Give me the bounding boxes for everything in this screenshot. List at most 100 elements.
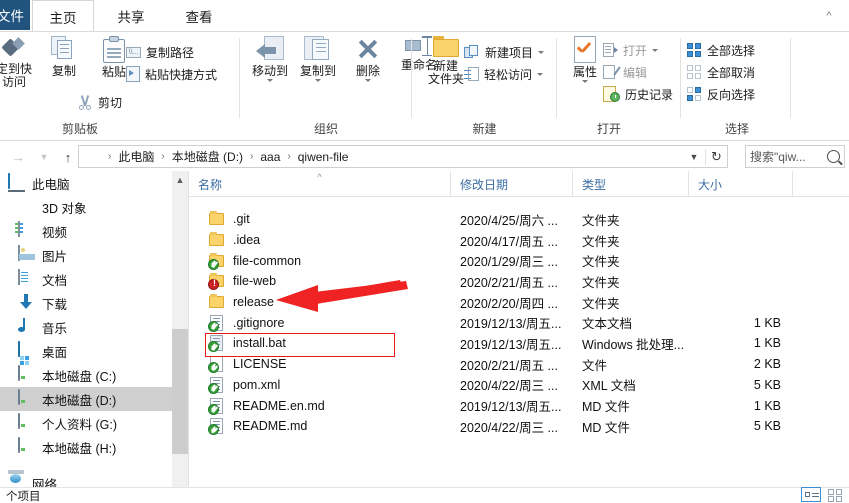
table-row[interactable]: install.bat 2019/12/13/周五... Windows 批处理… [189,333,849,354]
documents-icon [18,269,36,288]
chevron-down-icon[interactable] [538,50,545,54]
file-name-cell[interactable]: file-common [189,252,451,270]
breadcrumb-qiwen-file[interactable]: qiwen-file [296,150,351,164]
column-header-size-label: 大小 [698,177,723,192]
sidebar-item-label: 3D 对象 [42,201,87,216]
chevron-down-icon[interactable] [582,80,588,83]
file-name-cell[interactable]: install.bat [189,335,451,353]
open-button[interactable]: 打开 [603,40,659,60]
breadcrumb-aaa[interactable]: aaa [258,150,282,164]
column-header-name[interactable]: ^ 名称 [189,171,451,197]
properties-icon [574,36,596,63]
file-name-cell[interactable]: release [189,294,451,310]
table-row[interactable]: README.en.md 2019/12/13/周五... MD 文件 1 KB [189,395,849,416]
search-input[interactable]: 搜索"qiw... [750,148,827,165]
sidebar-item-videos[interactable]: 视频 [0,219,172,243]
up-button[interactable]: ↑ [58,147,78,167]
copy-button[interactable]: 复制 [36,36,92,78]
refresh-icon[interactable]: ↻ [705,148,727,165]
chevron-down-icon[interactable] [365,79,371,82]
copy-to-button[interactable]: 复制到 [290,36,346,82]
new-item-button[interactable]: 新建项目 [464,42,545,62]
file-name-cell[interactable]: file-web [189,273,451,291]
sidebar-item-this-pc[interactable]: 此电脑 [0,171,172,195]
ribbon-group-select: 全部选择 全部取消 反向选择 选择 [681,32,811,141]
tab-home[interactable]: 主页 [32,0,94,32]
navigation-pane[interactable]: 此电脑 3D 对象 视频 图片 文档 下载 音乐 桌面 本地磁盘 (C:) 本地… [0,171,172,503]
table-row[interactable]: pom.xml 2020/4/22/周三 ... XML 文档 5 KB [189,375,849,396]
back-button[interactable]: → [8,147,28,167]
chevron-up-icon[interactable]: ^ [822,10,836,24]
tab-file[interactable]: 文件 [0,0,30,30]
file-name-label: pom.xml [233,377,281,392]
breadcrumb-drive-d[interactable]: 本地磁盘 (D:) [170,148,245,165]
large-icons-view-icon[interactable] [825,487,845,502]
select-none-button[interactable]: 全部取消 [687,62,755,82]
sidebar-item-downloads[interactable]: 下载 [0,291,172,315]
green-check-overlay-icon [208,382,219,394]
sidebar-item-desktop[interactable]: 桌面 [0,339,172,363]
sidebar-item-music[interactable]: 音乐 [0,315,172,339]
ribbon-group-new: 新建 文件夹 新建项目 轻松访问 新建 [412,32,557,141]
table-row[interactable]: release 2020/2/20/周四 ... 文件夹 [189,292,849,313]
drive-icon [18,413,36,432]
address-path-box[interactable]: › 此电脑 › 本地磁盘 (D:) › aaa › qiwen-file ▼ ↻ [78,145,728,168]
recent-locations-button[interactable]: ▼ [34,147,54,167]
sidebar-item-drive-g[interactable]: 个人资料 (G:) [0,411,172,435]
tab-view[interactable]: 查看 [168,0,230,31]
table-row[interactable]: .gitignore 2019/12/13/周五... 文本文档 1 KB [189,312,849,333]
file-list-pane[interactable]: ^ 名称 修改日期 类型 大小 .git 2020/4/25/周六 ... 文件… [189,171,849,503]
table-row[interactable]: README.md 2020/4/22/周三 ... MD 文件 5 KB [189,416,849,437]
search-box[interactable]: 搜索"qiw... [745,145,845,168]
sidebar-item-label: 本地磁盘 (D:) [42,393,117,408]
sidebar-item-drive-h[interactable]: 本地磁盘 (H:) [0,435,172,459]
copy-path-button[interactable]: \\... 复制路径 [126,42,194,62]
sidebar-item-drive-d[interactable]: 本地磁盘 (D:) [0,387,172,411]
file-name-cell[interactable]: README.md [189,418,451,436]
column-header-date[interactable]: 修改日期 [451,171,573,197]
file-date-cell: 2019/12/13/周五... [460,400,562,415]
sidebar-item-3d-objects[interactable]: 3D 对象 [0,195,172,219]
file-name-cell[interactable]: LICENSE [189,356,451,374]
chevron-down-icon[interactable] [537,72,544,76]
magnifier-icon[interactable] [827,150,840,163]
chevron-down-icon[interactable] [315,79,321,82]
select-all-button[interactable]: 全部选择 [687,40,755,60]
edit-button[interactable]: 编辑 [603,62,647,82]
column-header-type[interactable]: 类型 [573,171,689,197]
md-file-icon [208,397,226,415]
drive-icon [18,437,36,456]
easy-access-button[interactable]: 轻松访问 [464,64,544,84]
sidebar-item-pictures[interactable]: 图片 [0,243,172,267]
table-row[interactable]: file-web 2020/2/21/周五 ... 文件夹 [189,271,849,292]
3d-objects-icon [18,198,36,216]
chevron-down-icon[interactable]: ▼ [683,152,705,162]
history-button[interactable]: 历史记录 [603,84,673,104]
details-view-icon[interactable] [801,487,821,502]
ribbon-group-clipboard-label: 剪贴板 [61,122,98,136]
file-name-cell[interactable]: .git [189,211,451,227]
table-row[interactable]: file-common 2020/1/29/周三 ... 文件夹 [189,250,849,271]
table-row[interactable]: .idea 2020/4/17/周五 ... 文件夹 [189,230,849,251]
scrollbar-thumb[interactable] [172,329,188,454]
view-mode-buttons[interactable] [801,487,845,502]
cut-button[interactable]: 剪切 [78,92,122,112]
sidebar-item-drive-c[interactable]: 本地磁盘 (C:) [0,363,172,387]
chevron-down-icon[interactable] [652,48,659,52]
chevron-up-icon[interactable]: ▲ [172,171,188,188]
select-all-icon [687,42,702,58]
chevron-down-icon[interactable] [267,79,273,82]
invert-selection-button[interactable]: 反向选择 [687,84,755,104]
paste-shortcut-button[interactable]: 粘贴快捷方式 [126,64,217,84]
file-name-cell[interactable]: README.en.md [189,397,451,415]
navigation-pane-scrollbar[interactable]: ▲ ▼ [172,171,188,503]
column-header-size[interactable]: 大小 [689,171,793,197]
sidebar-item-documents[interactable]: 文档 [0,267,172,291]
breadcrumb-this-pc[interactable]: 此电脑 [116,148,156,165]
tab-share[interactable]: 共享 [100,0,162,31]
file-name-cell[interactable]: pom.xml [189,376,451,394]
table-row[interactable]: .git 2020/4/25/周六 ... 文件夹 [189,209,849,230]
table-row[interactable]: LICENSE 2020/2/21/周五 ... 文件 2 KB [189,354,849,375]
file-name-cell[interactable]: .gitignore [189,314,451,332]
file-name-cell[interactable]: .idea [189,232,451,248]
